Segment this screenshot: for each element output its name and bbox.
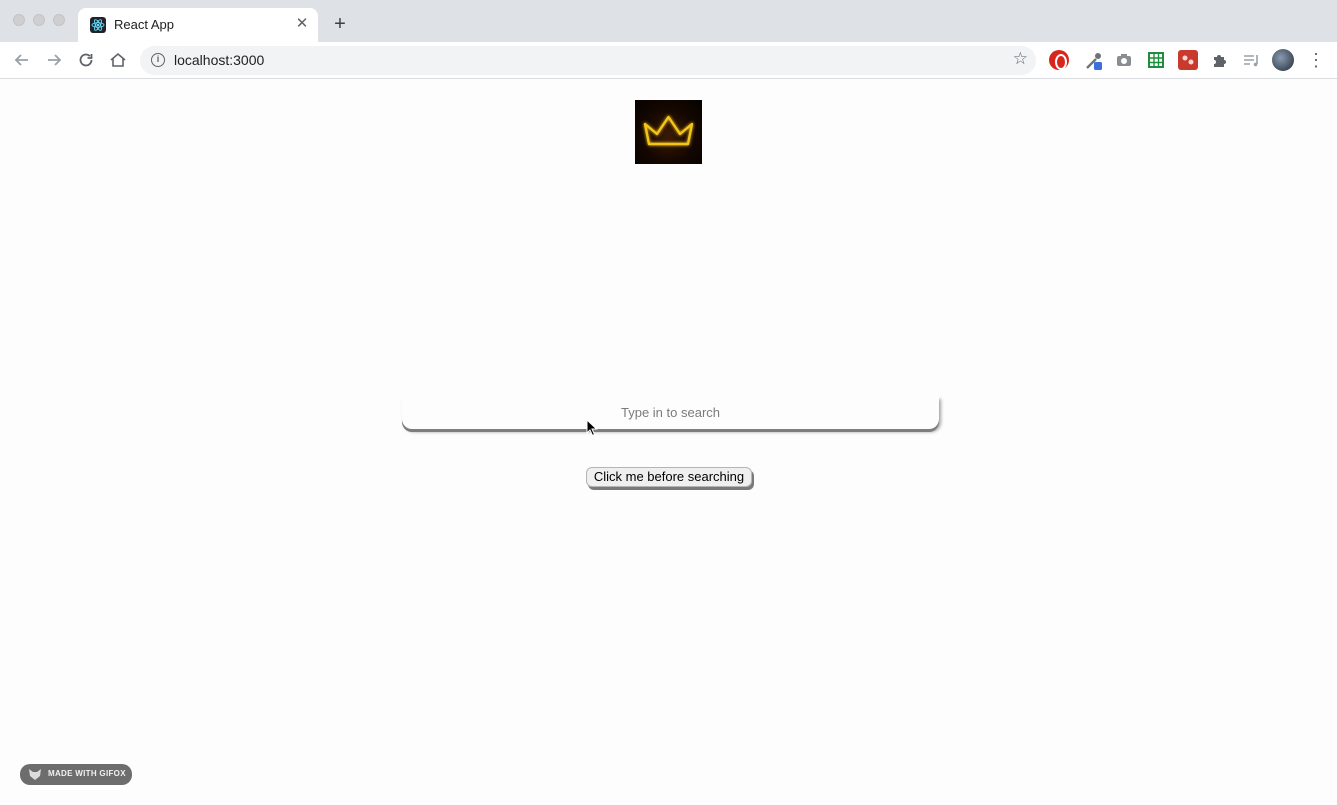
opera-adblock-icon[interactable] bbox=[1049, 50, 1069, 70]
avatar[interactable] bbox=[1272, 49, 1294, 71]
tab-close-icon[interactable]: ✕ bbox=[294, 16, 310, 32]
window-minimize-button[interactable] bbox=[33, 14, 45, 26]
watermark-label: MADE WITH GIFOX bbox=[48, 769, 126, 778]
search-box bbox=[402, 396, 939, 429]
crown-logo bbox=[635, 100, 702, 164]
gifox-watermark: MADE WITH GIFOX bbox=[20, 764, 132, 785]
address-bar[interactable]: i localhost:3000 ☆ bbox=[140, 46, 1036, 75]
bookmark-star-icon[interactable]: ☆ bbox=[1013, 49, 1028, 69]
window-maximize-button[interactable] bbox=[53, 14, 65, 26]
google-sheets-icon[interactable] bbox=[1146, 50, 1166, 70]
home-icon[interactable] bbox=[107, 49, 129, 71]
puzzle-icon[interactable] bbox=[1210, 50, 1230, 70]
search-input[interactable] bbox=[402, 396, 939, 429]
url-text[interactable]: localhost:3000 bbox=[174, 52, 264, 68]
media-control-icon[interactable] bbox=[1241, 50, 1261, 70]
new-tab-icon[interactable]: + bbox=[330, 14, 350, 34]
react-logo-icon bbox=[90, 17, 106, 33]
fox-icon bbox=[28, 768, 42, 781]
color-dropper-icon[interactable] bbox=[1083, 50, 1103, 70]
site-info-icon[interactable]: i bbox=[151, 53, 165, 67]
camera-icon[interactable] bbox=[1114, 50, 1134, 70]
kebab-menu-icon[interactable]: ⋮ bbox=[1307, 49, 1325, 71]
tab-react-app[interactable]: React App ✕ bbox=[78, 8, 318, 42]
browser-toolbar: i localhost:3000 ☆ ⋮ bbox=[0, 42, 1337, 79]
back-arrow-icon[interactable] bbox=[11, 49, 33, 71]
window-close-button[interactable] bbox=[13, 14, 25, 26]
tab-title: React App bbox=[114, 17, 174, 32]
click-before-search-button[interactable]: Click me before searching bbox=[586, 467, 752, 487]
tab-strip: React App ✕ + bbox=[0, 0, 1337, 42]
reload-icon[interactable] bbox=[75, 49, 97, 71]
forward-arrow-icon[interactable] bbox=[43, 49, 65, 71]
red-extension-icon[interactable] bbox=[1178, 50, 1198, 70]
mouse-cursor-icon bbox=[586, 418, 598, 437]
